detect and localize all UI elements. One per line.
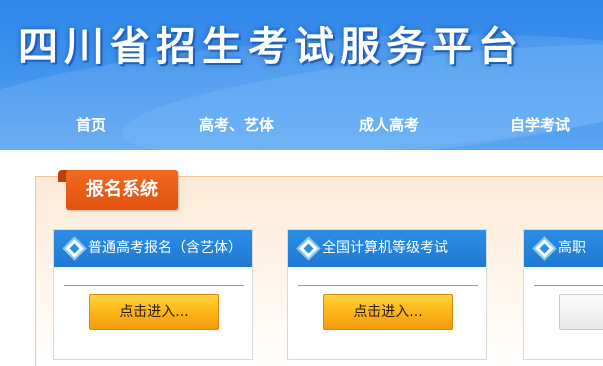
- divider: [298, 285, 478, 286]
- card-gaokao-registration: 普通高考报名（含艺体） 点击进入...: [53, 229, 253, 360]
- card-computer-rank-exam: 全国计算机等级考试 点击进入...: [287, 229, 487, 360]
- enter-button[interactable]: 点击进入...: [323, 294, 453, 330]
- card-header: 全国计算机等级考试: [288, 230, 486, 267]
- card-title: 普通高考报名（含艺体）: [88, 240, 242, 256]
- nav-item-adult-exam[interactable]: 成人高考: [359, 108, 419, 142]
- header-banner: 四川省招生考试服务平台 首页 高考、艺体 成人高考 自学考试: [0, 0, 603, 150]
- card-title: 全国计算机等级考试: [322, 240, 448, 256]
- nav-item-home[interactable]: 首页: [76, 108, 106, 142]
- enter-button[interactable]: 点击进入...: [89, 294, 219, 330]
- divider: [64, 285, 244, 286]
- nav-item-self-study-exam[interactable]: 自学考试: [510, 108, 570, 142]
- site-title: 四川省招生考试服务平台: [18, 24, 524, 70]
- card-header: 高职: [524, 230, 603, 267]
- card-header: 普通高考报名（含艺体）: [54, 230, 252, 267]
- main-nav: 首页 高考、艺体 成人高考 自学考试: [0, 108, 603, 142]
- nav-item-gaokao-arts[interactable]: 高考、艺体: [199, 108, 274, 142]
- diamond-icon: [532, 236, 557, 261]
- diamond-icon: [296, 236, 321, 261]
- diamond-icon: [62, 236, 87, 261]
- divider: [534, 285, 603, 286]
- registration-system-tab: 报名系统: [66, 170, 178, 210]
- card-title: 高职: [558, 240, 586, 256]
- enter-button[interactable]: [559, 294, 603, 330]
- card-vocational: 高职: [523, 229, 603, 360]
